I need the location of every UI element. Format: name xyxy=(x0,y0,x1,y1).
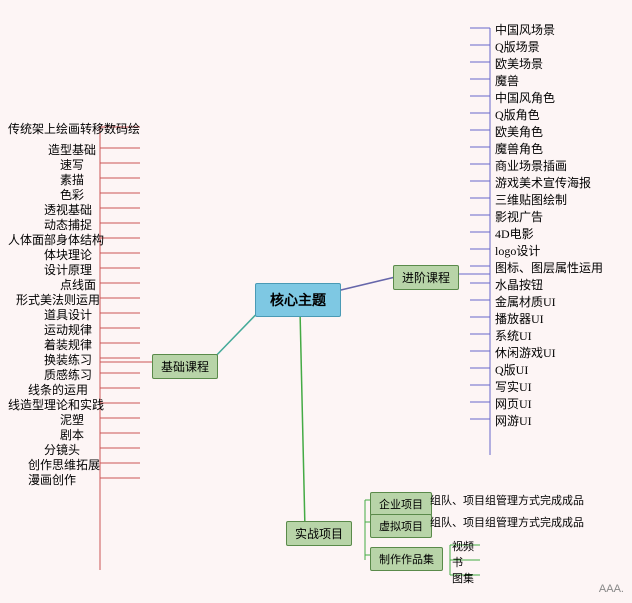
adv-item-8: 商业场景插画 xyxy=(495,157,567,174)
basic-course-node: 基础课程 xyxy=(152,354,218,379)
adv-item-3: 魔兽 xyxy=(495,72,519,89)
adv-item-2: 欧美场景 xyxy=(495,55,543,72)
adv-item-21: 写实UI xyxy=(495,378,532,395)
enterprise-node: 企业项目 xyxy=(370,492,432,516)
adv-item-1: Q版场景 xyxy=(495,38,540,55)
adv-item-17: 播放器UI xyxy=(495,310,544,327)
portfolio-sub-1: 书 xyxy=(452,554,463,570)
adv-item-19: 休闲游戏UI xyxy=(495,344,556,361)
adv-item-15: 水晶按钮 xyxy=(495,276,543,293)
adv-item-11: 影视广告 xyxy=(495,208,543,225)
portfolio-node: 制作作品集 xyxy=(370,547,443,571)
watermark: AAA. xyxy=(599,583,624,595)
virtual-node: 虚拟项目 xyxy=(370,514,432,538)
mindmap-canvas: 核心主题 基础课程 传统架上绘画转移数码绘 造型基础 速写 素描 色彩 透视基础… xyxy=(0,0,632,603)
adv-item-14: 图标、图层属性运用 xyxy=(495,259,603,276)
portfolio-sub-0: 视频 xyxy=(452,538,474,554)
adv-item-13: logo设计 xyxy=(495,242,540,259)
core-node: 核心主题 xyxy=(255,283,341,317)
adv-item-16: 金属材质UI xyxy=(495,293,556,310)
portfolio-sub-2: 图集 xyxy=(452,570,474,586)
adv-item-22: 网页UI xyxy=(495,395,532,412)
basic-item-0: 传统架上绘画转移数码绘 xyxy=(8,120,140,137)
adv-item-23: 网游UI xyxy=(495,412,532,429)
advanced-course-node: 进阶课程 xyxy=(393,265,459,290)
adv-item-5: Q版角色 xyxy=(495,106,540,123)
enterprise-detail: 组队、项目组管理方式完成成品 xyxy=(430,492,584,508)
adv-item-6: 欧美角色 xyxy=(495,123,543,140)
basic-item-23: 漫画创作 xyxy=(28,471,76,488)
adv-item-10: 三维贴图绘制 xyxy=(495,191,567,208)
practice-node: 实战项目 xyxy=(286,521,352,546)
adv-item-18: 系统UI xyxy=(495,327,532,344)
adv-item-4: 中国风角色 xyxy=(495,89,555,106)
adv-item-0: 中国风场景 xyxy=(495,21,555,38)
adv-item-12: 4D电影 xyxy=(495,225,534,242)
adv-item-9: 游戏美术宣传海报 xyxy=(495,174,591,191)
adv-item-7: 魔兽角色 xyxy=(495,140,543,157)
adv-item-20: Q版UI xyxy=(495,361,528,378)
virtual-detail: 组队、项目组管理方式完成成品 xyxy=(430,514,584,530)
basic-item-18: 线造型理论和实践 xyxy=(8,396,104,413)
